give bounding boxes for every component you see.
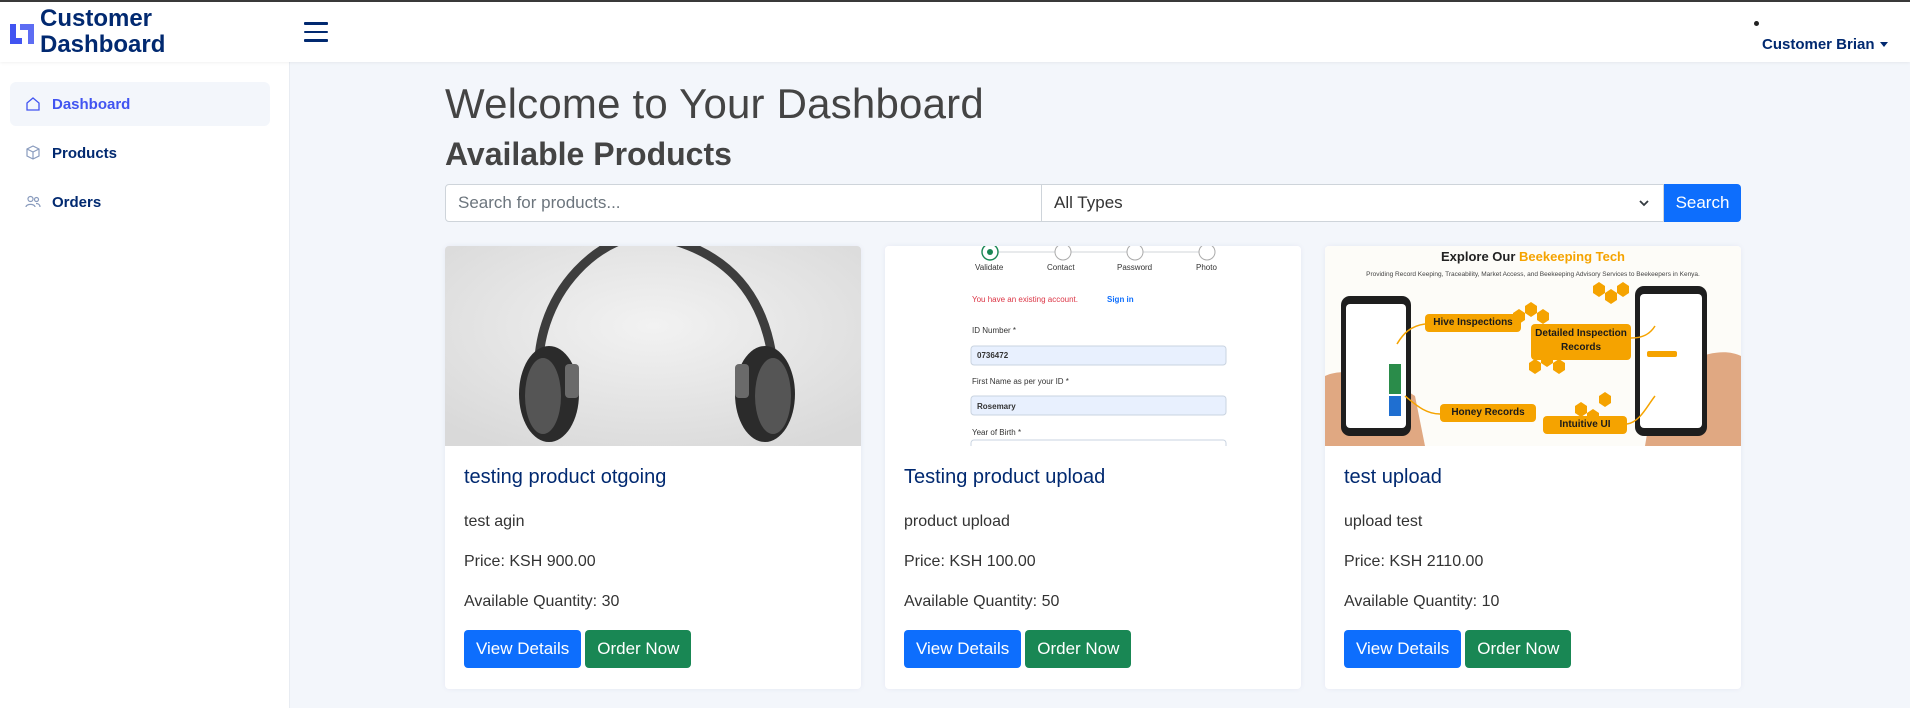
banner-tagline: Providing Record Keeping, Traceability, … [1366, 271, 1700, 278]
search-input[interactable] [445, 184, 1042, 222]
tag-detailed-inspection: Detailed Inspection Records [1531, 327, 1631, 355]
product-quantity: Available Quantity: 10 [1344, 593, 1500, 610]
banner-heading-a: Explore Our [1441, 249, 1520, 264]
people-icon [25, 195, 41, 208]
view-details-button[interactable]: View Details [464, 630, 582, 668]
tag-line: Detailed Inspection [1535, 328, 1627, 339]
status-dot [1754, 21, 1759, 26]
type-select[interactable]: All Types [1042, 184, 1664, 222]
view-details-button[interactable]: View Details [1344, 630, 1462, 668]
product-description: test agin [464, 513, 525, 530]
type-select-value: All Types [1054, 193, 1123, 212]
product-price: Price: KSH 100.00 [904, 553, 1036, 570]
sidebar-item-orders[interactable]: Orders [10, 180, 270, 224]
sidebar-item-label: Dashboard [52, 95, 131, 113]
sidebar-item-products[interactable]: Products [10, 131, 270, 175]
logo-line-1: Customer [40, 5, 153, 32]
first-name-label: First Name as per your ID * [972, 377, 1069, 386]
sidebar-item-dashboard[interactable]: Dashboard [10, 82, 270, 126]
product-price: Price: KSH 900.00 [464, 553, 596, 570]
section-title: Available Products [445, 136, 732, 172]
banner-heading-b: Beekeeping Tech [1519, 249, 1625, 264]
existing-account-notice: You have an existing account. [972, 295, 1079, 304]
chevron-down-icon [1639, 200, 1649, 207]
sidebar-item-label: Orders [52, 193, 102, 211]
step-label: Password [1117, 263, 1153, 272]
caret-down-icon [1879, 42, 1888, 47]
signin-link: Sign in [1107, 295, 1134, 304]
logo-icon [10, 24, 34, 44]
view-details-button[interactable]: View Details [904, 630, 1022, 668]
tag-intuitive-ui: Intuitive UI [1559, 419, 1611, 430]
product-image-beekeeping-banner[interactable]: Explore Our Beekeeping Tech Providing Re… [1325, 246, 1741, 446]
product-price: Price: KSH 2110.00 [1344, 553, 1484, 570]
logo[interactable]: Customer Dashboard [8, 6, 165, 58]
order-now-button[interactable]: Order Now [1025, 630, 1132, 668]
product-image-headphones[interactable] [445, 246, 861, 446]
step-label: Contact [1047, 263, 1075, 272]
step-label: Validate [975, 263, 1004, 272]
product-description: product upload [904, 513, 1010, 530]
year-label: Year of Birth * [972, 428, 1022, 437]
product-card: testing product otgoing test agin Price:… [445, 246, 861, 689]
tag-hive-inspections: Hive Inspections [1433, 317, 1513, 328]
product-quantity: Available Quantity: 30 [464, 593, 620, 610]
product-title[interactable]: testing product otgoing [464, 466, 842, 489]
product-card: Explore Our Beekeeping Tech Providing Re… [1325, 246, 1741, 689]
box-icon [26, 145, 40, 160]
tag-line: Records [1560, 342, 1601, 353]
product-description: upload test [1344, 513, 1423, 530]
order-now-button[interactable]: Order Now [1465, 630, 1572, 668]
id-label: ID Number * [972, 326, 1017, 335]
logo-text: Customer Dashboard [40, 6, 165, 58]
banner-heading: Explore Our Beekeeping Tech [1325, 249, 1741, 264]
sidebar: Dashboard Products Orders [0, 62, 290, 708]
product-card: Validate Contact Password Photo You have… [885, 246, 1301, 689]
top-header: Customer Dashboard Customer Brian [0, 2, 1910, 62]
page-title: Welcome to Your Dashboard [445, 80, 984, 127]
home-icon [26, 97, 40, 111]
product-title[interactable]: test upload [1344, 466, 1722, 489]
product-search-bar: All Types Search [445, 184, 1741, 222]
user-dropdown[interactable]: Customer Brian [1762, 36, 1888, 53]
tag-honey-records: Honey Records [1451, 407, 1525, 418]
product-image-form-screenshot[interactable]: Validate Contact Password Photo You have… [885, 246, 1301, 446]
step-label: Photo [1196, 263, 1217, 272]
search-button[interactable]: Search [1664, 184, 1741, 222]
id-value: 0736472 [977, 351, 1009, 360]
sidebar-item-label: Products [52, 144, 118, 162]
hamburger-menu-icon[interactable] [304, 22, 328, 42]
logo-line-2: Dashboard [40, 31, 166, 58]
product-quantity: Available Quantity: 50 [904, 593, 1060, 610]
product-title[interactable]: Testing product upload [904, 466, 1282, 489]
order-now-button[interactable]: Order Now [585, 630, 692, 668]
user-name: Customer Brian [1762, 36, 1875, 53]
first-name-value: Rosemary [977, 402, 1016, 411]
